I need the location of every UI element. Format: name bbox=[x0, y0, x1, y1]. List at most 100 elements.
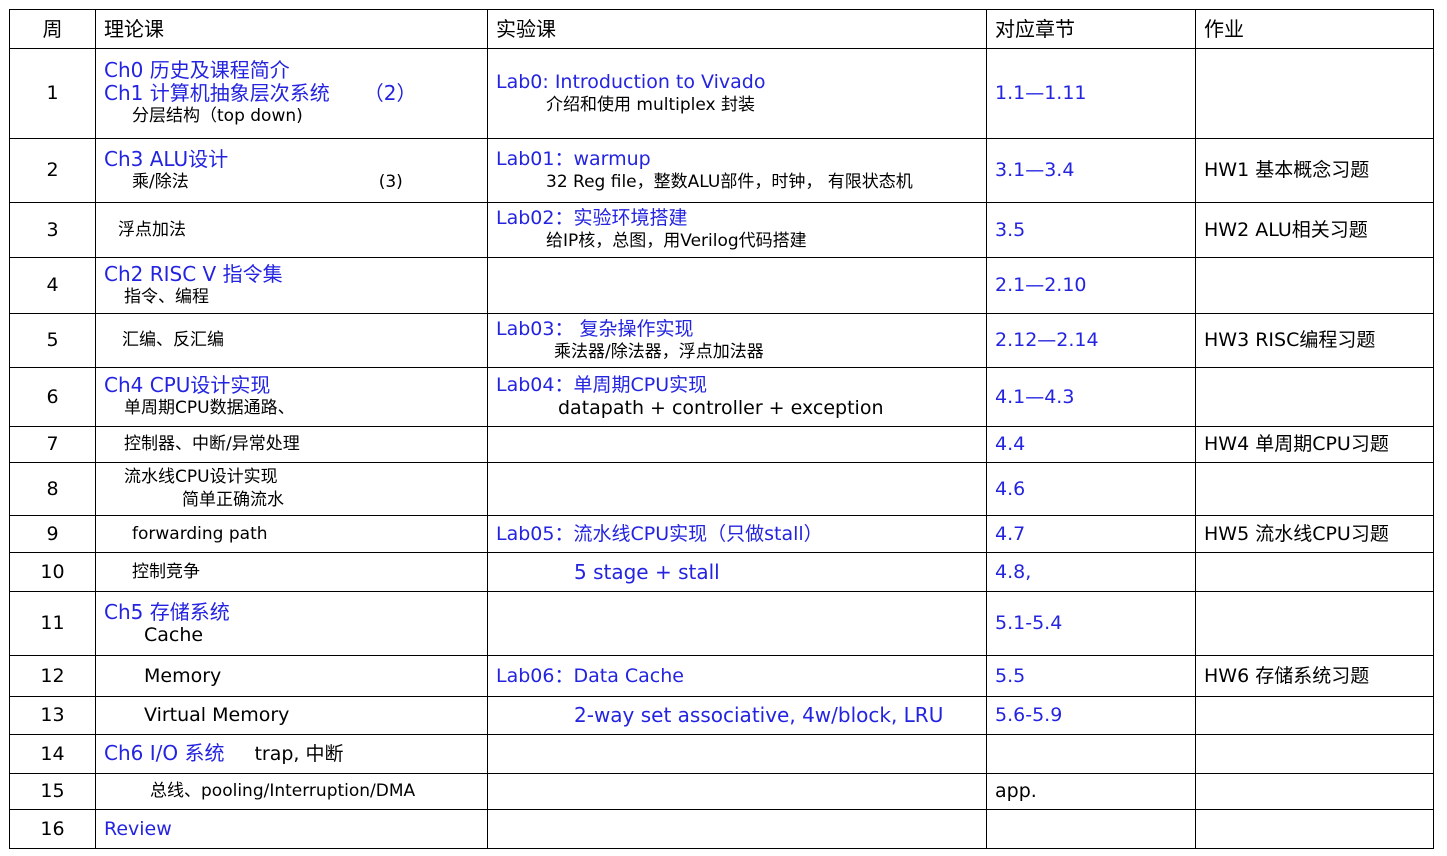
homework-cell bbox=[1195, 591, 1434, 656]
homework-cell bbox=[1195, 48, 1434, 139]
course-schedule-table: 周 理论课 实验课 对应章节 作业 1 Ch0 历史及课程简介 Ch1 计算机抽… bbox=[9, 9, 1434, 849]
table-row: 12 Memory Lab06：Data Cache 5.5 HW6 存储系统习… bbox=[9, 655, 1434, 697]
theory-subline: 简单正确流水 bbox=[182, 490, 284, 510]
lab-cell: Lab01：warmup 32 Reg file，整数ALU部件，时钟， 有限状… bbox=[487, 138, 987, 203]
homework-cell bbox=[1195, 809, 1434, 849]
lab-title: Lab06：Data Cache bbox=[496, 664, 684, 687]
week-cell: 4 bbox=[9, 257, 96, 314]
table-row: 7 控制器、中断/异常处理 4.4 HW4 单周期CPU习题 bbox=[9, 426, 1434, 463]
chapter-cell: 3.1—3.4 bbox=[986, 138, 1196, 203]
theory-extra: trap, 中断 bbox=[254, 743, 344, 765]
chapter-cell: 4.8, bbox=[986, 552, 1196, 592]
theory-cell: 流水线CPU设计实现 简单正确流水 bbox=[95, 462, 488, 516]
homework-cell bbox=[1195, 257, 1434, 314]
homework-cell: HW6 存储系统习题 bbox=[1195, 655, 1434, 697]
lab-title: Lab05：流水线CPU实现（只做stall） bbox=[496, 522, 823, 545]
theory-line: Ch6 I/O 系统 bbox=[104, 741, 225, 765]
theory-cell: Ch5 存储系统 Cache bbox=[95, 591, 488, 656]
table-row: 14 Ch6 I/O 系统 trap, 中断 bbox=[9, 734, 1434, 774]
lab-cell bbox=[487, 462, 987, 516]
homework-cell: HW2 ALU相关习题 bbox=[1195, 202, 1434, 258]
theory-subline: 汇编、反汇编 bbox=[122, 330, 224, 350]
theory-line: Ch2 RISC V 指令集 bbox=[104, 261, 283, 286]
week-cell: 14 bbox=[9, 734, 96, 774]
theory-subline: 流水线CPU设计实现 bbox=[124, 467, 278, 487]
table-row: 11 Ch5 存储系统 Cache 5.1-5.4 bbox=[9, 591, 1434, 656]
chapter-cell bbox=[986, 809, 1196, 849]
theory-subline: 单周期CPU数据通路、 bbox=[124, 398, 295, 418]
lab-cell bbox=[487, 257, 987, 314]
header-lab: 实验课 bbox=[487, 9, 987, 49]
theory-line: Ch4 CPU设计实现 bbox=[104, 373, 271, 397]
homework-cell bbox=[1195, 773, 1434, 810]
week-cell: 12 bbox=[9, 655, 96, 697]
lab-cell bbox=[487, 426, 987, 463]
theory-cell: forwarding path bbox=[95, 515, 488, 553]
homework-cell bbox=[1195, 734, 1434, 774]
week-cell: 11 bbox=[9, 591, 96, 656]
theory-text: 乘/除法 bbox=[132, 171, 189, 192]
chapter-cell: 3.5 bbox=[986, 202, 1196, 258]
theory-cell: Ch4 CPU设计实现 单周期CPU数据通路、 bbox=[95, 367, 488, 427]
table-row: 16 Review bbox=[9, 809, 1434, 849]
week-cell: 5 bbox=[9, 313, 96, 368]
table-row: 10 控制竞争 5 stage + stall 4.8, bbox=[9, 552, 1434, 592]
table-row: 9 forwarding path Lab05：流水线CPU实现（只做stall… bbox=[9, 515, 1434, 553]
chapter-cell: app. bbox=[986, 773, 1196, 810]
week-cell: 15 bbox=[9, 773, 96, 810]
header-row: 周 理论课 实验课 对应章节 作业 bbox=[9, 9, 1434, 49]
theory-line: Ch0 历史及课程简介 bbox=[104, 58, 290, 82]
homework-cell: HW4 单周期CPU习题 bbox=[1195, 426, 1434, 463]
lab-cell bbox=[487, 809, 987, 849]
lab-cell: Lab02：实验环境搭建 给IP核，总图，用Verilog代码搭建 bbox=[487, 202, 987, 258]
chapter-cell: 4.6 bbox=[986, 462, 1196, 516]
table-row: 2 Ch3 ALU设计 乘/除法 (3) Lab01：warmup 32 Reg … bbox=[9, 138, 1434, 203]
week-cell: 10 bbox=[9, 552, 96, 592]
chapter-cell: 2.12—2.14 bbox=[986, 313, 1196, 368]
header-homework: 作业 bbox=[1195, 9, 1434, 49]
table-row: 1 Ch0 历史及课程简介 Ch1 计算机抽象层次系统 （2） 分层结构（top … bbox=[9, 48, 1434, 139]
theory-subline: forwarding path bbox=[132, 523, 268, 544]
theory-subline: 分层结构（top down) bbox=[132, 106, 303, 126]
theory-line: Ch5 存储系统 bbox=[104, 599, 230, 624]
theory-cell: Virtual Memory bbox=[95, 696, 488, 735]
chapter-cell: 4.4 bbox=[986, 426, 1196, 463]
chapter-cell: 2.1—2.10 bbox=[986, 257, 1196, 314]
theory-subline: Memory bbox=[144, 664, 222, 687]
lab-detail: 乘法器/除法器，浮点加法器 bbox=[554, 341, 764, 362]
theory-cell: 控制器、中断/异常处理 bbox=[95, 426, 488, 463]
lab-title: Lab02：实验环境搭建 bbox=[496, 207, 688, 229]
theory-subline: 指令、编程 bbox=[124, 286, 209, 307]
theory-note: (3) bbox=[378, 171, 403, 192]
lab-cell: 2-way set associative, 4w/block, LRU bbox=[487, 696, 987, 735]
table-row: 3 浮点加法 Lab02：实验环境搭建 给IP核，总图，用Verilog代码搭建… bbox=[9, 202, 1434, 258]
chapter-cell: 1.1—1.11 bbox=[986, 48, 1196, 139]
lab-title: 5 stage + stall bbox=[574, 559, 720, 584]
theory-cell: Ch6 I/O 系统 trap, 中断 bbox=[95, 734, 488, 774]
theory-cell: Memory bbox=[95, 655, 488, 697]
table-row: 15 总线、pooling/Interruption/DMA app. bbox=[9, 773, 1434, 810]
theory-cell: Ch2 RISC V 指令集 指令、编程 bbox=[95, 257, 488, 314]
week-cell: 7 bbox=[9, 426, 96, 463]
theory-subline: Virtual Memory bbox=[144, 704, 290, 726]
theory-cell: Review bbox=[95, 809, 488, 849]
lab-cell bbox=[487, 773, 987, 810]
theory-subline: 控制竞争 bbox=[132, 561, 200, 582]
table-row: 13 Virtual Memory 2-way set associative,… bbox=[9, 696, 1434, 735]
chapter-cell: 4.7 bbox=[986, 515, 1196, 553]
lab-cell: 5 stage + stall bbox=[487, 552, 987, 592]
lab-title: 2-way set associative, 4w/block, LRU bbox=[574, 703, 944, 727]
lab-cell: Lab04：单周期CPU实现 datapath + controller + e… bbox=[487, 367, 987, 427]
chapter-cell: 5.6-5.9 bbox=[986, 696, 1196, 735]
theory-note: （2） bbox=[363, 81, 417, 105]
lab-title: Lab01：warmup bbox=[496, 147, 651, 170]
lab-cell bbox=[487, 734, 987, 774]
header-chapter: 对应章节 bbox=[986, 9, 1196, 49]
lab-title: Lab0: Introduction to Vivado bbox=[496, 70, 766, 93]
homework-cell bbox=[1195, 367, 1434, 427]
homework-cell bbox=[1195, 696, 1434, 735]
theory-cell: 总线、pooling/Interruption/DMA bbox=[95, 773, 488, 810]
week-cell: 1 bbox=[9, 48, 96, 139]
table-row: 8 流水线CPU设计实现 简单正确流水 4.6 bbox=[9, 462, 1434, 516]
lab-detail: datapath + controller + exception bbox=[558, 397, 884, 419]
